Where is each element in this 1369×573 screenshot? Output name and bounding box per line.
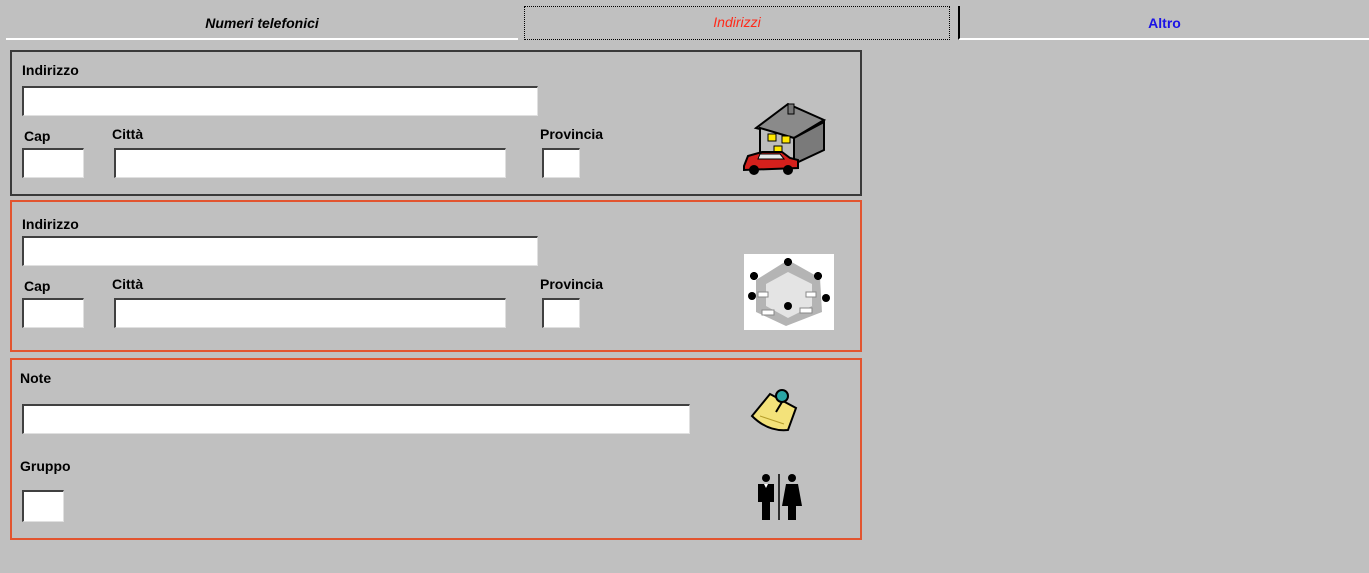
tab-altro[interactable]: Altro [958,6,1369,40]
citta-label: Città [112,126,144,142]
citta-field[interactable] [114,148,506,178]
indirizzo-field[interactable] [22,236,538,266]
indirizzo-field[interactable] [22,86,538,116]
primary-address-panel: Indirizzo Cap Città Provincia [10,50,862,196]
note-field[interactable] [22,404,690,434]
provincia-label: Provincia [540,276,604,292]
cap-field[interactable] [22,148,84,178]
network-icon [744,254,834,330]
secondary-address-panel: Indirizzo Cap Città Provincia [10,200,862,352]
cap-label: Cap [24,128,51,144]
note-label: Note [20,370,52,386]
citta-label: Città [112,276,144,292]
tab-indirizzi[interactable]: Indirizzi [524,6,950,40]
indirizzo-label: Indirizzo [22,62,79,78]
indirizzo-label: Indirizzo [22,216,79,232]
cap-label: Cap [24,278,51,294]
gruppo-field[interactable] [22,490,64,522]
provincia-field[interactable] [542,298,580,328]
tab-bar: Numeri telefonici Indirizzi Altro [0,0,1369,42]
provincia-label: Provincia [540,126,604,142]
other-info-panel: Note Gruppo [10,358,862,540]
gruppo-label: Gruppo [20,458,71,474]
citta-field[interactable] [114,298,506,328]
house-car-icon [743,102,827,175]
tab-numeri-telefonici[interactable]: Numeri telefonici [6,6,518,40]
people-icon [758,474,802,520]
provincia-field[interactable] [542,148,580,178]
cap-field[interactable] [22,298,84,328]
sticky-note-pin-icon [750,389,798,432]
